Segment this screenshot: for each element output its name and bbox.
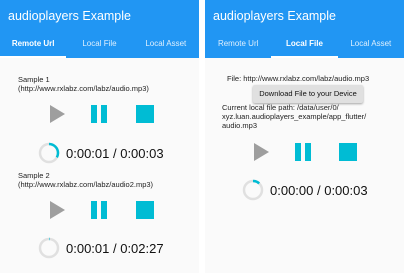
play-button[interactable] (47, 104, 67, 124)
progress-indicator (38, 142, 60, 164)
stop-button[interactable] (135, 200, 155, 220)
time-display: 0:00:00 / 0:00:03 (270, 183, 368, 198)
play-button[interactable] (251, 142, 271, 162)
stop-button[interactable] (338, 142, 358, 162)
local-file-screen: audioplayers Example Remote Url Local Fi… (205, 0, 404, 273)
sample-1-url: (http://www.rxlabz.com/labz/audio.mp3) (18, 84, 149, 93)
stop-icon (136, 201, 154, 219)
sample-2-label: Sample 2 (18, 171, 50, 180)
progress-indicator (38, 237, 60, 259)
local-path-line-3: audio.mp3 (222, 121, 258, 130)
tab-local-asset[interactable]: Local Asset (338, 34, 404, 58)
tab-remote-url[interactable]: Remote Url (205, 34, 271, 58)
file-url-text: File: http://www.rxlabz.com/labz/audio.m… (227, 74, 370, 83)
tab-bar: Remote Url Local File Local Asset (205, 34, 404, 58)
sample-2-url: (http://www.rxlabz.com/labz/audio2.mp3) (18, 180, 154, 189)
download-file-button[interactable]: Download File to your Device (253, 85, 363, 103)
play-button[interactable] (47, 200, 67, 220)
pause-icon (295, 143, 311, 161)
pause-button[interactable] (293, 142, 313, 162)
stop-button[interactable] (135, 104, 155, 124)
app-title: audioplayers Example (213, 9, 336, 23)
tab-local-asset[interactable]: Local Asset (133, 34, 199, 58)
stop-icon (136, 105, 154, 123)
progress-indicator (242, 179, 264, 201)
stop-icon (339, 143, 357, 161)
play-icon (50, 201, 65, 219)
play-icon (50, 105, 65, 123)
local-path-line-2: xyz.luan.audioplayers_example/app_flutte… (222, 112, 367, 121)
app-bar: audioplayers Example Remote Url Local Fi… (205, 0, 404, 58)
tab-local-file[interactable]: Local File (271, 34, 338, 58)
tab-remote-url[interactable]: Remote Url (0, 34, 67, 58)
app-title: audioplayers Example (8, 9, 131, 23)
play-icon (254, 143, 269, 161)
remote-url-screen: audioplayers Example Remote Url Local Fi… (0, 0, 199, 273)
app-bar: audioplayers Example Remote Url Local Fi… (0, 0, 199, 58)
sample-1-label: Sample 1 (18, 75, 50, 84)
pause-button[interactable] (89, 104, 109, 124)
tab-bar: Remote Url Local File Local Asset (0, 34, 199, 58)
local-path-line-1: Current local file path: /data/user/0/ (222, 103, 339, 112)
pause-icon (91, 201, 107, 219)
pause-icon (91, 105, 107, 123)
time-display: 0:00:01 / 0:00:03 (66, 146, 164, 161)
tab-local-file[interactable]: Local File (66, 34, 132, 58)
time-display: 0:00:01 / 0:02:27 (66, 241, 164, 256)
pause-button[interactable] (89, 200, 109, 220)
